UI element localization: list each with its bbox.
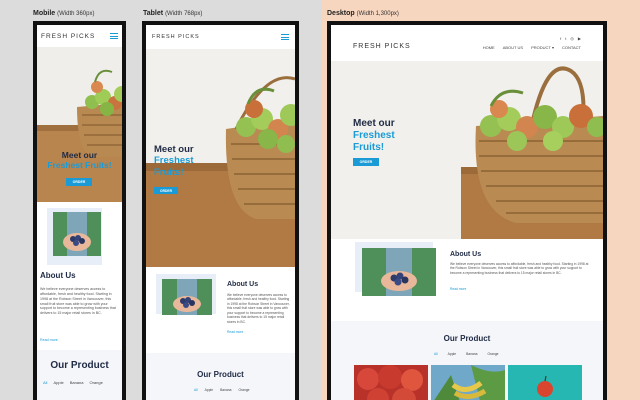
product-filters: All Apple Banana Orange	[43, 380, 103, 385]
about-text: We believe everyone deserves access to a…	[450, 262, 589, 275]
desktop-label: Desktop (Width 1,300px)	[327, 10, 399, 17]
twitter-icon[interactable]: t	[565, 36, 566, 41]
product-card-bananas[interactable]	[431, 365, 505, 400]
filter-apple[interactable]: Apple	[205, 388, 213, 392]
product-heading: Our Product	[197, 370, 244, 379]
logo[interactable]: FRESH PICKS	[152, 34, 200, 40]
facebook-icon[interactable]: f	[560, 36, 561, 41]
product-card-apples[interactable]	[354, 365, 428, 400]
desktop-nav: FRESH PICKS f t ◎ ▶ HOME ABOUT US PRODUC…	[331, 25, 603, 61]
nav-contact[interactable]: CONTACT	[562, 45, 581, 50]
desktop-hero: Meet our Freshest Fruits! ORDER	[331, 61, 603, 239]
read-more-link[interactable]: Read more	[450, 287, 466, 291]
mobile-label: Mobile (Width 360px)	[33, 10, 95, 17]
mobile-nav: FRESH PICKS	[37, 25, 122, 47]
order-button[interactable]: ORDER	[353, 158, 379, 166]
filter-orange[interactable]: Orange	[89, 380, 102, 385]
nav-home[interactable]: HOME	[483, 45, 495, 50]
logo[interactable]: FRESH PICKS	[41, 33, 95, 40]
about-text: We believe everyone deserves access to a…	[40, 287, 116, 316]
desktop-screen: FRESH PICKS f t ◎ ▶ HOME ABOUT US PRODUC…	[331, 25, 603, 400]
read-more-link[interactable]: Read more	[40, 338, 58, 342]
about-photo-blueberries	[362, 248, 436, 296]
hero-headline: Meet our Freshest Fruits!	[47, 150, 112, 171]
logo[interactable]: FRESH PICKS	[353, 43, 411, 50]
desktop-frame: FRESH PICKS f t ◎ ▶ HOME ABOUT US PRODUC…	[327, 21, 607, 400]
desktop-menu: HOME ABOUT US PRODUCT ▾ CONTACT	[483, 45, 581, 50]
read-more-link[interactable]: Read more	[227, 330, 243, 334]
filter-banana[interactable]: Banana	[220, 388, 231, 392]
product-filters: All Apple Banana Orange	[434, 352, 498, 356]
product-heading: Our Product	[443, 334, 491, 343]
about-photo-blueberries	[53, 212, 101, 256]
social-links: f t ◎ ▶	[560, 36, 581, 41]
instagram-icon[interactable]: ◎	[570, 36, 574, 41]
mobile-frame: FRESH PICKS Meet our Freshest Fruits! OR…	[33, 21, 126, 400]
filter-banana[interactable]: Banana	[70, 380, 84, 385]
filter-orange[interactable]: Orange	[238, 388, 249, 392]
filter-all[interactable]: All	[194, 388, 198, 392]
order-button[interactable]: ORDER	[154, 187, 178, 194]
hero-headline: Meet our Freshest Fruits!	[353, 118, 395, 153]
youtube-icon[interactable]: ▶	[578, 36, 581, 41]
product-heading: Our Product	[50, 360, 109, 371]
about-heading: About Us	[227, 281, 259, 288]
filter-apple[interactable]: Apple	[53, 380, 63, 385]
product-section	[37, 350, 122, 400]
about-text: We believe everyone deserves access to a…	[227, 293, 290, 324]
tablet-screen: FRESH PICKS Meet our Freshest Fruits! OR…	[146, 25, 295, 400]
filter-apple[interactable]: Apple	[448, 352, 456, 356]
tablet-hero: Meet our Freshest Fruits! ORDER	[146, 49, 295, 267]
tablet-label: Tablet (Width 768px)	[143, 10, 203, 17]
filter-all[interactable]: All	[434, 352, 438, 356]
hamburger-menu-icon[interactable]	[110, 33, 118, 39]
nav-product[interactable]: PRODUCT ▾	[531, 45, 554, 50]
filter-banana[interactable]: Banana	[466, 352, 477, 356]
nav-about[interactable]: ABOUT US	[503, 45, 523, 50]
mobile-screen: FRESH PICKS Meet our Freshest Fruits! OR…	[37, 25, 122, 400]
filter-orange[interactable]: Orange	[487, 352, 498, 356]
product-card-apple-teal[interactable]	[508, 365, 582, 400]
hero-headline: Meet our Freshest Fruits!	[154, 144, 194, 178]
about-heading: About Us	[40, 271, 76, 280]
about-photo-blueberries	[162, 279, 212, 315]
about-heading: About Us	[450, 251, 482, 258]
desktop-nav-right: f t ◎ ▶ HOME ABOUT US PRODUCT ▾ CONTACT	[483, 36, 581, 50]
chevron-down-icon: ▾	[551, 45, 554, 50]
order-button[interactable]: ORDER	[66, 178, 92, 186]
filter-all[interactable]: All	[43, 380, 47, 385]
tablet-nav: FRESH PICKS	[146, 25, 295, 49]
product-filters: All Apple Banana Orange	[194, 388, 249, 392]
hamburger-menu-icon[interactable]	[281, 34, 289, 40]
tablet-frame: FRESH PICKS Meet our Freshest Fruits! OR…	[142, 21, 299, 400]
mobile-hero: Meet our Freshest Fruits! ORDER	[37, 47, 122, 202]
